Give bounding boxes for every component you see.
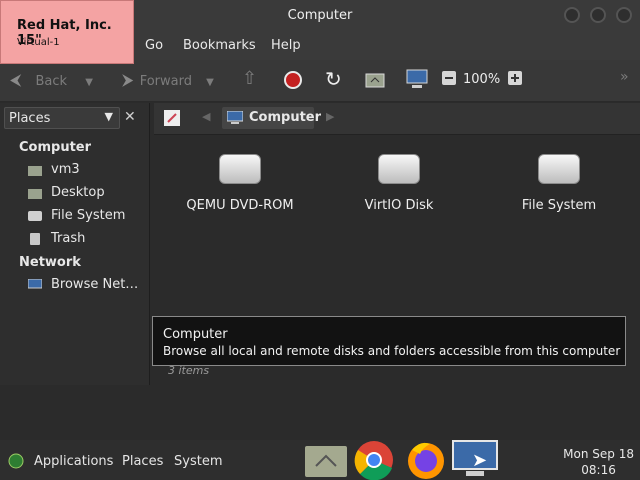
sidebar-item-vm3[interactable]: vm3 [26, 161, 144, 181]
clock-date: Mon Sep 18 [563, 447, 634, 461]
sidebar-item-desktop[interactable]: Desktop [26, 184, 144, 204]
home-folder-icon [365, 73, 385, 88]
computer-button[interactable] [406, 69, 428, 91]
path-left-arrow-icon[interactable]: ◀ [202, 110, 210, 123]
places-menu[interactable]: Places [122, 454, 163, 469]
breadcrumb[interactable]: Computer [222, 107, 321, 129]
clock-time: 08:16 [581, 463, 616, 477]
breadcrumb-label: Computer [249, 110, 322, 125]
stop-icon [284, 71, 302, 89]
sidebar-heading-network: Network [19, 255, 81, 270]
window-bottom [0, 385, 640, 440]
drive-item-dvd[interactable]: QEMU DVD-ROM [170, 154, 310, 213]
toolbar: ⮜ Back ▼ ⮞ Forward ▼ ⇧ ↻ 100% » [0, 60, 640, 102]
firefox-icon [408, 442, 444, 479]
places-selector[interactable]: Places ▼ [4, 107, 120, 129]
tooltip-body: Browse all local and remote disks and fo… [163, 344, 621, 358]
chrome-launcher[interactable] [352, 440, 396, 480]
sidebar-item-label: Browse Net… [51, 277, 139, 292]
drive-label: QEMU DVD-ROM [186, 198, 294, 213]
system-menu[interactable]: System [174, 454, 222, 469]
trash-icon [30, 233, 40, 245]
tooltip: Computer Browse all local and remote dis… [152, 316, 626, 366]
drive-label: File System [521, 198, 597, 213]
taskbar: Applications Places System ➤ Mon Sep 18 … [0, 440, 640, 480]
stop-button[interactable] [283, 70, 303, 92]
sidebar-item-trash[interactable]: Trash [26, 230, 144, 250]
zoom-out-icon [442, 71, 456, 85]
network-icon [28, 279, 42, 289]
sidebar-item-browse-network[interactable]: Browse Net… [26, 276, 144, 296]
hard-disk-icon [538, 154, 580, 184]
home-folder-icon [28, 166, 42, 176]
computer-icon [227, 111, 243, 124]
drive-item-file-system[interactable]: File System [489, 154, 629, 213]
edit-location-button[interactable] [164, 110, 180, 130]
home-folder-icon [305, 446, 347, 477]
computer-icon [406, 69, 428, 88]
edit-location-icon [164, 110, 180, 126]
sidebar-item-label: vm3 [51, 162, 80, 177]
back-arrow-icon: ⮜ [10, 70, 22, 89]
home-button[interactable] [365, 70, 385, 92]
sidebar-item-label: Trash [51, 231, 86, 246]
back-dropdown-icon: ▼ [85, 77, 93, 88]
path-right-arrow-icon[interactable]: ▶ [326, 110, 334, 123]
mouse-pointer-icon: ➤ [472, 450, 488, 471]
forward-dropdown-icon: ▼ [206, 77, 214, 88]
menu-help[interactable]: Help [271, 38, 301, 53]
back-button[interactable]: ⮜ Back ▼ [10, 70, 93, 92]
close-window-button[interactable] [616, 7, 632, 23]
toolbar-overflow-icon[interactable]: » [620, 69, 629, 91]
sidebar-item-file-system[interactable]: File System [26, 207, 144, 227]
clock[interactable]: Mon Sep 18 08:16 [563, 446, 634, 478]
up-arrow-icon[interactable]: ⇧ [242, 68, 257, 90]
close-icon[interactable]: ✕ [124, 109, 136, 125]
chrome-icon [354, 441, 393, 480]
optical-drive-icon [219, 154, 261, 184]
maximize-button[interactable] [590, 7, 606, 23]
hard-disk-icon [378, 154, 420, 184]
home-folder-launcher[interactable] [304, 440, 348, 480]
minimize-button[interactable] [564, 7, 580, 23]
applications-menu[interactable]: Applications [34, 454, 113, 469]
sidebar: Places ▼ ✕ Computer vm3 Desktop File Sys… [0, 103, 150, 385]
sidebar-item-label: Desktop [51, 185, 105, 200]
forward-label: Forward [139, 74, 192, 89]
drive-icon [28, 211, 42, 221]
applications-logo-icon [8, 453, 24, 473]
drive-item-virtio[interactable]: VirtIO Disk [329, 154, 469, 213]
zoom-in-icon [508, 71, 522, 85]
sidebar-item-label: File System [51, 208, 126, 223]
zoom-out-button[interactable] [442, 71, 456, 93]
chevron-down-icon: ▼ [104, 110, 113, 123]
back-label: Back [35, 74, 68, 89]
reload-icon[interactable]: ↻ [325, 67, 342, 91]
firefox-launcher[interactable] [404, 440, 448, 480]
menu-go[interactable]: Go [145, 38, 163, 53]
path-bar: ◀ Computer ▶ [154, 103, 640, 135]
forward-button[interactable]: ⮞ Forward ▼ [122, 70, 214, 92]
places-selector-label: Places [9, 111, 51, 126]
zoom-in-button[interactable] [508, 71, 522, 93]
forward-arrow-icon: ⮞ [122, 70, 134, 89]
tooltip-title: Computer [163, 327, 228, 342]
sidebar-heading-computer: Computer [19, 140, 92, 155]
overlay-subtitle: Virtual-1 [17, 37, 60, 48]
zoom-level: 100% [463, 72, 501, 87]
desktop-folder-icon [28, 189, 42, 199]
display-label-overlay: Red Hat, Inc. 15" Virtual-1 [0, 0, 134, 64]
drive-label: VirtIO Disk [364, 198, 434, 213]
menu-bookmarks[interactable]: Bookmarks [183, 38, 256, 53]
